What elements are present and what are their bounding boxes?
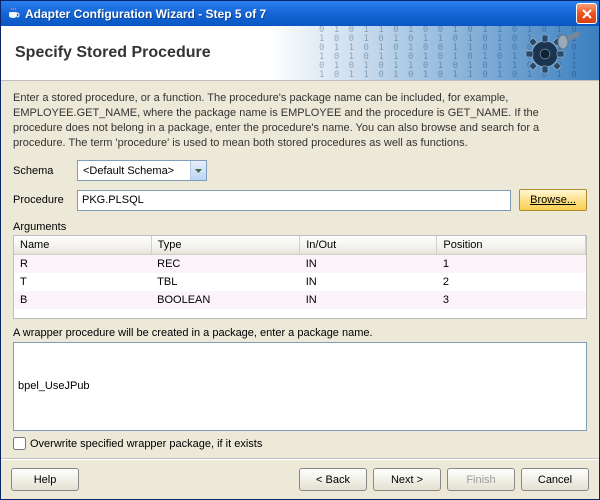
description-text: Enter a stored procedure, or a function.… (13, 91, 587, 150)
finish-button: Finish (447, 468, 515, 491)
wizard-window: Adapter Configuration Wizard - Step 5 of… (0, 0, 600, 500)
arguments-table: Name Type In/Out Position R REC IN 1 T (14, 236, 586, 309)
wizard-header: 0 1 0 1 1 0 1 0 0 1 0 1 1 0 1 0 1 01 0 0… (1, 26, 599, 81)
schema-label: Schema (13, 165, 77, 177)
wrapper-package-input[interactable] (13, 342, 587, 431)
cell-type: REC (151, 255, 300, 274)
next-button[interactable]: Next > (373, 468, 441, 491)
cancel-button[interactable]: Cancel (521, 468, 589, 491)
table-row[interactable]: T TBL IN 2 (14, 273, 586, 291)
schema-value: <Default Schema> (83, 165, 190, 177)
cell-inout: IN (300, 255, 437, 274)
cell-name: T (14, 273, 151, 291)
app-icon (7, 7, 21, 21)
table-row[interactable]: R REC IN 1 (14, 255, 586, 274)
procedure-label: Procedure (13, 194, 77, 206)
col-header-type[interactable]: Type (151, 236, 300, 255)
cell-position: 1 (437, 255, 586, 274)
procedure-row: Procedure Browse... (13, 189, 587, 211)
schema-dropdown[interactable]: <Default Schema> (77, 160, 207, 181)
schema-row: Schema <Default Schema> (13, 160, 587, 181)
cell-inout: IN (300, 291, 437, 309)
arguments-table-container: Name Type In/Out Position R REC IN 1 T (13, 235, 587, 318)
close-button[interactable] (576, 3, 597, 24)
col-header-inout[interactable]: In/Out (300, 236, 437, 255)
cell-type: BOOLEAN (151, 291, 300, 309)
procedure-input[interactable] (77, 190, 511, 211)
col-header-name[interactable]: Name (14, 236, 151, 255)
overwrite-label: Overwrite specified wrapper package, if … (30, 438, 262, 450)
page-title: Specify Stored Procedure (1, 26, 599, 62)
arguments-label: Arguments (13, 221, 587, 233)
overwrite-checkbox[interactable] (13, 437, 26, 450)
col-header-position[interactable]: Position (437, 236, 586, 255)
cell-type: TBL (151, 273, 300, 291)
cell-name: B (14, 291, 151, 309)
back-button[interactable]: < Back (299, 468, 367, 491)
footer: Help < Back Next > Finish Cancel (1, 459, 599, 499)
cell-name: R (14, 255, 151, 274)
window-title: Adapter Configuration Wizard - Step 5 of… (25, 7, 576, 21)
cell-inout: IN (300, 273, 437, 291)
help-button[interactable]: Help (11, 468, 79, 491)
chevron-down-icon (190, 161, 206, 180)
cell-position: 2 (437, 273, 586, 291)
title-bar: Adapter Configuration Wizard - Step 5 of… (1, 1, 599, 26)
browse-button[interactable]: Browse... (519, 189, 587, 211)
overwrite-row: Overwrite specified wrapper package, if … (13, 437, 587, 450)
table-row[interactable]: B BOOLEAN IN 3 (14, 291, 586, 309)
cell-position: 3 (437, 291, 586, 309)
content-area: Enter a stored procedure, or a function.… (1, 81, 599, 456)
wrapper-caption: A wrapper procedure will be created in a… (13, 327, 587, 339)
